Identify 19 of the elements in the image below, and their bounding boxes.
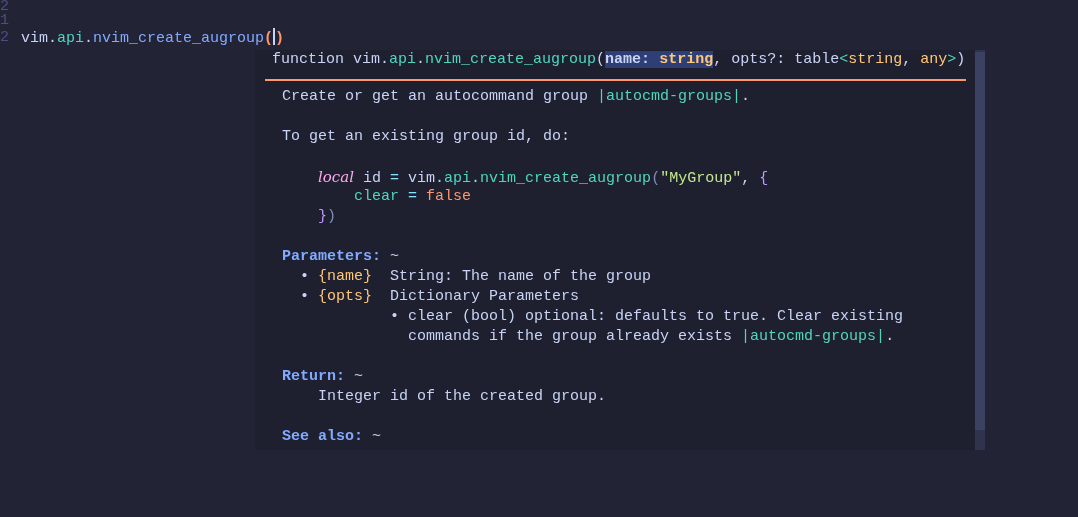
doc-line: Create or get an autocommand group |autocmd-groups|.	[282, 87, 751, 107]
line-number: 1	[0, 14, 10, 28]
doc-line: To get an existing group id, do:	[282, 127, 571, 147]
scrollbar[interactable]	[975, 50, 985, 450]
doc-line: commands if the group already exists |autocmd-groups|.	[408, 327, 895, 347]
doc-line: clear = false	[354, 187, 472, 207]
section-heading: Parameters: ~	[282, 247, 400, 267]
doc-line: Integer id of the created group.	[318, 387, 607, 407]
doc-line: • {name} String: The name of the group	[300, 267, 652, 287]
function-signature: function vim.api.nvim_create_augroup(name: string, opts?: table<string, any>)	[272, 50, 966, 70]
line-number: 2	[0, 28, 10, 48]
doc-line: • clear (bool) optional: defaults to true. Clear existing	[390, 307, 904, 327]
doc-line: })	[318, 207, 337, 227]
code-line: vim.api.nvim_create_augroup()	[21, 28, 285, 48]
line-number: 2	[0, 0, 10, 14]
section-heading: See also: ~	[282, 427, 382, 447]
doc-line: local id = vim.api.nvim_create_augroup("MyGroup", {	[318, 167, 769, 187]
doc-line: • {opts} Dictionary Parameters	[300, 287, 580, 307]
section-heading: Return: ~	[282, 367, 364, 387]
